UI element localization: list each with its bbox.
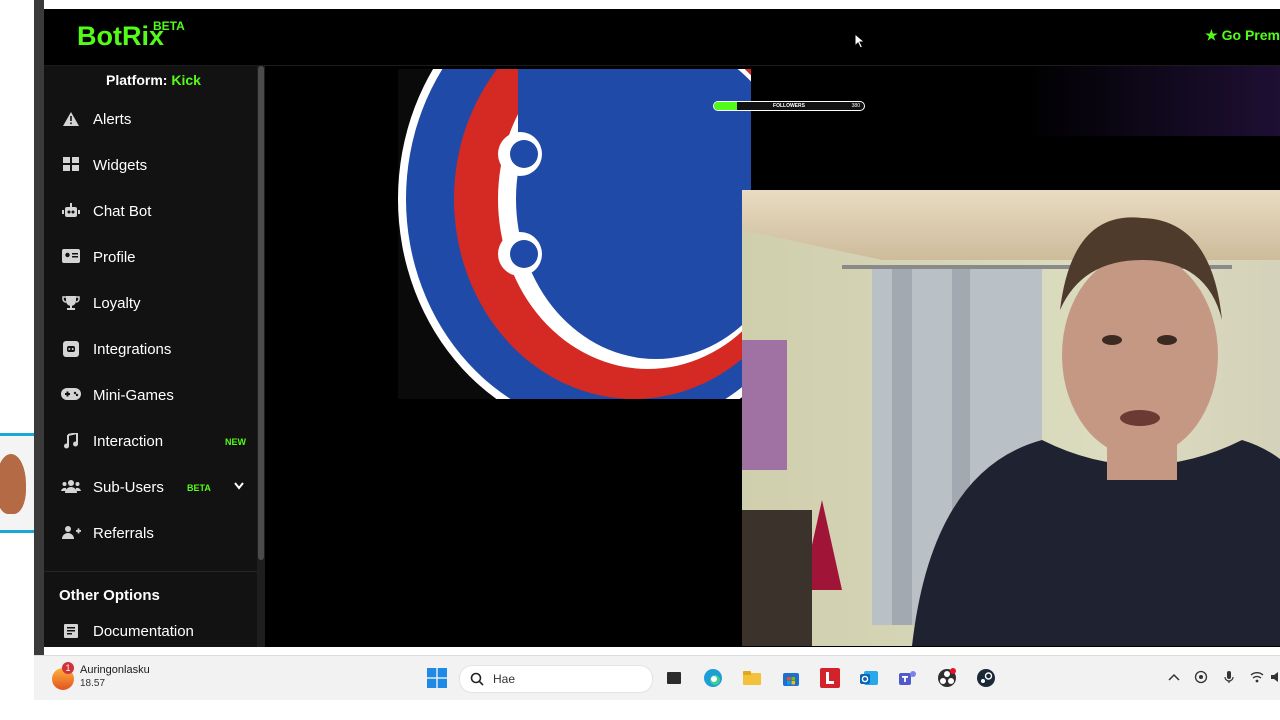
sidebar-item-label: Profile (93, 249, 136, 266)
id-card-icon (61, 249, 81, 267)
webcam-feed (742, 190, 1280, 646)
beta-badge: BETA (187, 483, 211, 493)
club-crest-graphic (398, 69, 751, 399)
go-premium-button[interactable]: ★ Go Prem (1205, 27, 1280, 44)
sidebar-item-alerts[interactable]: Alerts (44, 100, 257, 140)
notification-badge: 1 (62, 662, 74, 674)
robot-icon (61, 203, 81, 221)
sidebar-item-label: Chat Bot (93, 203, 152, 220)
sidebar-item-integrations[interactable]: Integrations (44, 330, 257, 370)
steam-icon[interactable] (976, 668, 996, 688)
onedrive-sync-icon[interactable] (1194, 670, 1208, 684)
ms-store-icon[interactable] (781, 668, 801, 688)
background-thumbnail (0, 433, 34, 533)
sidebar-item-label: Integrations (93, 341, 172, 358)
sidebar-item-label: Sub-Users (93, 479, 164, 496)
windows-start-icon[interactable] (427, 668, 447, 688)
sidebar-item-interaction[interactable]: Interaction NEW (44, 422, 257, 462)
weather-title: Auringonlasku (80, 664, 150, 676)
followers-goal-label: FOLLOWERS (773, 103, 805, 109)
window-border (34, 0, 44, 655)
sidebar-scroll-thumb[interactable] (258, 66, 264, 560)
stream-preview: FOLLOWERS 380 (265, 66, 1280, 647)
sidebar-item-label: Documentation (93, 623, 194, 640)
browser-window: BotRix BETA ★ Go Prem Platform: Kick Aler… (44, 9, 1280, 647)
platform-indicator: Platform: Kick (106, 72, 201, 88)
sidebar-item-label: Referrals (93, 525, 154, 542)
sidebar-item-loyalty[interactable]: Loyalty (44, 284, 257, 324)
sidebar-item-profile[interactable]: Profile (44, 238, 257, 278)
microphone-icon[interactable] (1222, 670, 1236, 684)
search-placeholder: Hae (493, 672, 516, 686)
sidebar-item-sub-users[interactable]: Sub-Users BETA (44, 468, 257, 508)
speaker-icon[interactable] (1270, 670, 1278, 684)
sidebar-item-label: Mini-Games (93, 387, 174, 404)
file-explorer-icon[interactable] (742, 668, 762, 688)
weather-time: 18.57 (80, 678, 106, 689)
logo-beta-badge: BETA (153, 19, 185, 33)
chevron-up-icon[interactable] (1168, 670, 1180, 684)
sidebar-item-chat-bot[interactable]: Chat Bot (44, 192, 257, 232)
taskbar: 1 Auringonlasku 18.57 Hae (34, 655, 1280, 701)
sidebar-item-documentation[interactable]: Documentation (44, 612, 257, 647)
divider (44, 571, 257, 572)
sidebar-item-mini-games[interactable]: Mini-Games (44, 376, 257, 416)
platform-value: Kick (171, 72, 201, 88)
section-title-other-options: Other Options (59, 587, 160, 604)
widgets-grid-icon (61, 157, 81, 175)
wifi-icon[interactable] (1250, 670, 1264, 684)
document-icon (61, 623, 81, 641)
obs-studio-icon[interactable] (937, 668, 957, 688)
teams-icon[interactable] (898, 668, 918, 688)
outlook-icon[interactable] (859, 668, 879, 688)
new-badge: NEW (225, 437, 246, 447)
platform-label: Platform: (106, 72, 168, 88)
trophy-icon (61, 295, 81, 313)
top-bar: BotRix BETA ★ Go Prem (44, 9, 1280, 66)
sidebar-item-widgets[interactable]: Widgets (44, 146, 257, 186)
mouse-cursor-icon (854, 32, 866, 49)
star-icon: ★ (1205, 27, 1218, 43)
sidebar: Platform: Kick Alerts Widgets Chat Bot P… (44, 66, 257, 647)
botrix-logo[interactable]: BotRix (77, 21, 164, 52)
music-note-icon (61, 431, 81, 451)
background-window (0, 0, 34, 655)
followers-goal-count: 380 (851, 103, 860, 109)
red-l-app-icon[interactable] (820, 668, 840, 688)
sidebar-item-label: Widgets (93, 157, 148, 174)
user-plus-icon (61, 525, 81, 543)
discord-icon (61, 341, 81, 359)
chevron-down-icon[interactable] (234, 479, 244, 493)
sidebar-item-label: Loyalty (93, 295, 141, 312)
sidebar-item-referrals[interactable]: Referrals (44, 514, 257, 554)
search-icon (470, 672, 484, 686)
task-view-icon[interactable] (664, 668, 684, 688)
background-glow (1025, 66, 1280, 136)
edge-browser-icon[interactable] (703, 668, 723, 688)
followers-goal-bar: FOLLOWERS 380 (713, 101, 865, 111)
sidebar-item-label: Alerts (93, 111, 132, 128)
gamepad-icon (61, 387, 81, 405)
sidebar-item-label: Interaction (93, 433, 164, 450)
users-icon (61, 479, 81, 497)
warning-icon (61, 111, 81, 129)
go-premium-label: Go Prem (1221, 27, 1280, 43)
screen-margin (0, 700, 1280, 720)
taskbar-search-box[interactable]: Hae (459, 665, 653, 693)
